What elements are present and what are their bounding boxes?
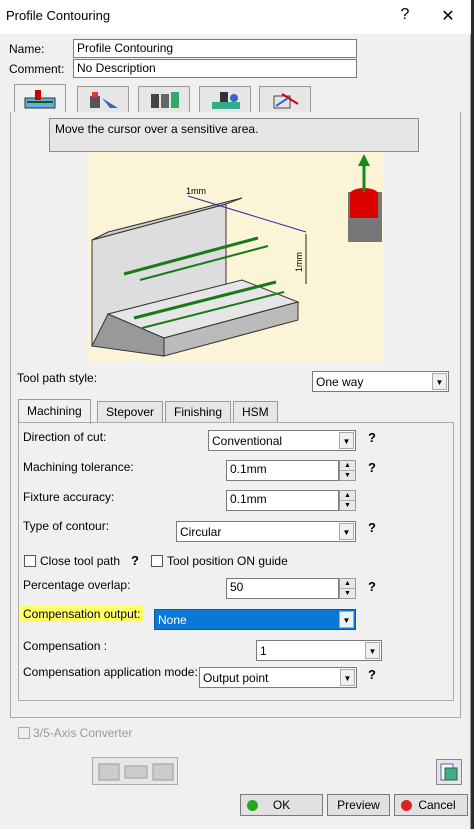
- overlap-help-icon[interactable]: ?: [368, 579, 376, 594]
- compensation-output-label: Compensation output:: [20, 606, 144, 622]
- compensation-select[interactable]: 1 ▼: [256, 640, 382, 661]
- contour-help-icon[interactable]: ?: [368, 520, 376, 535]
- help-icon[interactable]: ?: [395, 6, 415, 24]
- tolerance-field[interactable]: 0.1mm: [226, 460, 339, 481]
- contour-select[interactable]: Circular ▼: [176, 521, 356, 542]
- converter-label: 3/5-Axis Converter: [33, 726, 133, 740]
- tab-feeds[interactable]: [199, 86, 251, 112]
- macros-icon: [273, 93, 299, 109]
- tab-geometry[interactable]: [77, 86, 129, 112]
- preview-label: Preview: [337, 798, 380, 812]
- comment-field[interactable]: No Description: [73, 59, 357, 78]
- overlap-spinner[interactable]: ▲ ▼: [339, 578, 356, 599]
- chevron-down-icon: ▼: [365, 642, 380, 659]
- dim-width-label: 1mm: [186, 186, 206, 196]
- compensation-output-select[interactable]: None ▼: [154, 609, 356, 630]
- tolerance-spinner[interactable]: ▲ ▼: [339, 460, 356, 481]
- video-icon[interactable]: [124, 765, 148, 779]
- preview-button[interactable]: Preview: [327, 794, 390, 816]
- hint-text: Move the cursor over a sensitive area.: [49, 118, 419, 152]
- profile-contouring-dialog: Profile Contouring ? ✕ Name: Profile Con…: [0, 0, 471, 829]
- close-icon[interactable]: ✕: [438, 6, 458, 26]
- contour-value: Circular: [180, 525, 222, 539]
- name-label: Name:: [9, 42, 45, 56]
- compensation-mode-value: Output point: [203, 671, 269, 685]
- analysis-icon: [440, 763, 458, 781]
- chevron-down-icon: ▼: [339, 611, 354, 628]
- fixture-field[interactable]: 0.1mm: [226, 490, 339, 511]
- tool-position-label: Tool position ON guide: [167, 554, 288, 568]
- comment-label: Comment:: [9, 62, 65, 76]
- ok-label: OK: [272, 798, 291, 812]
- tolerance-help-icon[interactable]: ?: [368, 460, 376, 475]
- close-tool-path-label: Close tool path: [40, 554, 121, 568]
- direction-help-icon[interactable]: ?: [368, 430, 376, 445]
- ok-button[interactable]: OK: [240, 794, 323, 816]
- tool-path-style-value: One way: [316, 375, 364, 389]
- chevron-down-icon: ▼: [340, 669, 355, 686]
- cancel-label: Cancel: [418, 798, 456, 812]
- tool-replay-icon[interactable]: [98, 763, 120, 781]
- tool-icon: [151, 92, 179, 108]
- direction-label: Direction of cut:: [23, 430, 107, 444]
- tolerance-label: Machining tolerance:: [23, 460, 134, 474]
- direction-value: Conventional: [212, 434, 283, 448]
- replay-toolbar: [92, 757, 178, 785]
- compensation-mode-label: Compensation application mode:: [23, 665, 198, 679]
- cancel-icon: [401, 800, 412, 811]
- tool-path-style-label: Tool path style:: [17, 371, 98, 385]
- name-field[interactable]: Profile Contouring: [73, 39, 357, 58]
- ok-icon: [247, 800, 258, 811]
- dim-height-label: 1mm: [294, 252, 304, 272]
- chevron-down-icon: ▼: [339, 523, 354, 540]
- material-removal-icon[interactable]: [152, 763, 174, 781]
- cancel-button[interactable]: Cancel: [394, 794, 468, 816]
- geometry-icon: [90, 92, 118, 108]
- close-tool-path-help-icon[interactable]: ?: [131, 553, 139, 568]
- tool-path-style-select[interactable]: One way ▼: [312, 371, 449, 392]
- compensation-value: 1: [260, 644, 267, 658]
- window-title: Profile Contouring: [6, 8, 111, 23]
- profile-illustration: 1mm 1mm: [91, 154, 382, 357]
- tab-stepover[interactable]: Stepover: [97, 401, 164, 423]
- analysis-button[interactable]: [436, 759, 462, 785]
- feeds-speeds-icon: [212, 92, 240, 109]
- tab-strategy[interactable]: [14, 84, 66, 112]
- compensation-mode-help-icon[interactable]: ?: [368, 667, 376, 682]
- chevron-down-icon: ▼: [339, 432, 354, 449]
- tab-finishing[interactable]: Finishing: [165, 401, 232, 423]
- part-diagram[interactable]: 1mm 1mm: [88, 152, 384, 362]
- tab-macros[interactable]: [259, 86, 311, 112]
- fixture-label: Fixture accuracy:: [23, 490, 115, 504]
- compensation-label: Compensation :: [23, 639, 108, 653]
- overlap-label: Percentage overlap:: [23, 578, 131, 592]
- tab-hsm[interactable]: HSM: [233, 401, 278, 423]
- tab-tool[interactable]: [138, 86, 190, 112]
- strategy-icon: [24, 90, 56, 109]
- tab-machining[interactable]: Machining: [18, 399, 91, 424]
- overlap-field[interactable]: 50: [226, 578, 339, 599]
- compensation-output-value: None: [158, 613, 187, 627]
- chevron-down-icon: ▼: [432, 373, 447, 390]
- close-tool-path-checkbox[interactable]: [24, 555, 36, 567]
- title-bar: Profile Contouring ? ✕: [0, 0, 471, 34]
- converter-checkbox[interactable]: [18, 727, 30, 739]
- compensation-mode-select[interactable]: Output point ▼: [199, 667, 357, 688]
- contour-label: Type of contour:: [23, 519, 110, 533]
- direction-select[interactable]: Conventional ▼: [208, 430, 356, 451]
- tool-position-checkbox[interactable]: [151, 555, 163, 567]
- fixture-spinner[interactable]: ▲ ▼: [339, 490, 356, 511]
